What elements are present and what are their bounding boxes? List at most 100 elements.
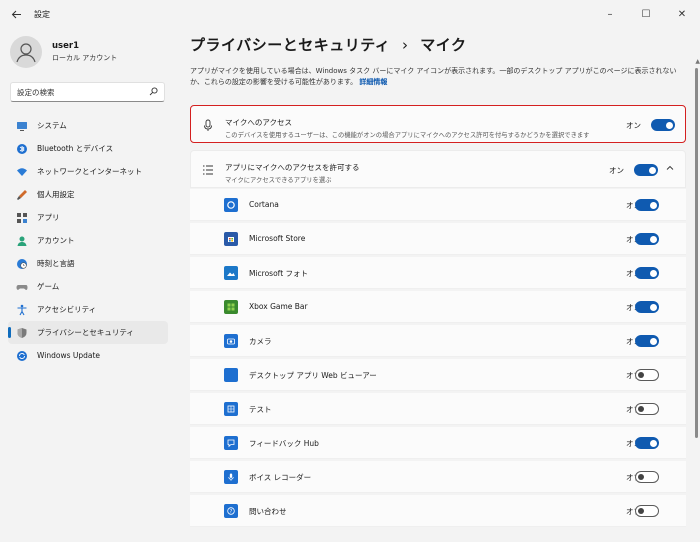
list-item: ボイス レコーダー オフ [190, 461, 686, 493]
sidebar-item-label: Bluetooth とデバイス [37, 144, 114, 153]
sidebar-item-label: Windows Update [37, 351, 101, 360]
app-name: カメラ [249, 337, 272, 346]
breadcrumb-parent[interactable]: プライバシーとセキュリティ [190, 36, 390, 54]
list-item: カメラ オン [190, 325, 686, 357]
sidebar-item-accessibility[interactable]: アクセシビリティ [8, 298, 168, 321]
app-toggle[interactable] [635, 505, 659, 517]
breadcrumb-separator: › [402, 36, 409, 54]
sidebar-item-label: プライバシーとセキュリティ [37, 328, 134, 337]
bluetooth-icon [16, 143, 28, 155]
shield-icon [16, 327, 28, 339]
sidebar-item-label: 時刻と言語 [37, 259, 75, 268]
sidebar: user1 ローカル アカウント 設定の検索 システム Bluetooth とデ… [0, 28, 180, 542]
sidebar-item-label: システム [37, 121, 67, 130]
person-icon [16, 43, 36, 63]
sidebar-item-label: ネットワークとインターネット [37, 167, 142, 176]
window-controls: – ☐ ✕ [592, 0, 700, 28]
mic-access-card: マイクへのアクセス このデバイスを使用するユーザーは、この機能がオンの場合アプリ… [190, 105, 686, 143]
person-icon [16, 235, 28, 247]
breadcrumb-current: マイク [420, 36, 467, 54]
gamepad-icon [16, 281, 28, 293]
sidebar-item-windows-update[interactable]: Windows Update [8, 344, 168, 367]
sidebar-item-bluetooth[interactable]: Bluetooth とデバイス [8, 137, 168, 160]
maximize-button[interactable]: ☐ [628, 0, 664, 28]
sidebar-item-accounts[interactable]: アカウント [8, 229, 168, 252]
app-toggle[interactable] [635, 233, 659, 245]
account-type: ローカル アカウント [52, 54, 118, 62]
app-name: Microsoft フォト [249, 269, 309, 278]
list-item: Microsoft Store オン [190, 223, 686, 255]
sidebar-item-label: ゲーム [37, 282, 60, 291]
app-toggle[interactable] [635, 335, 659, 347]
sidebar-item-label: アカウント [37, 236, 75, 245]
app-name: フィードバック Hub [249, 439, 319, 448]
list-item: Xbox Game Bar オン [190, 291, 686, 323]
sidebar-item-label: アプリ [37, 213, 60, 222]
chevron-up-icon[interactable] [666, 164, 674, 174]
sidebar-item-network[interactable]: ネットワークとインターネット [8, 160, 168, 183]
app-access-state: オン [609, 166, 624, 175]
test-app-icon [224, 402, 238, 416]
web-viewer-icon [224, 368, 238, 382]
search-placeholder: 設定の検索 [17, 87, 55, 97]
user-name: user1 [52, 41, 79, 51]
window-title: 設定 [34, 9, 50, 19]
sidebar-item-gaming[interactable]: ゲーム [8, 275, 168, 298]
mic-access-title: マイクへのアクセス [225, 118, 292, 127]
app-toggle[interactable] [635, 199, 659, 211]
search-input[interactable]: 設定の検索 [10, 82, 165, 102]
page-title: プライバシーとセキュリティ › マイク [190, 34, 466, 55]
app-toggle[interactable] [635, 471, 659, 483]
app-access-title: アプリにマイクへのアクセスを許可する [225, 163, 360, 172]
app-access-card[interactable]: アプリにマイクへのアクセスを許可する マイクにアクセスできるアプリを選ぶ オン [190, 150, 686, 188]
feedback-hub-icon [224, 436, 238, 450]
store-icon [224, 232, 238, 246]
app-toggle[interactable] [635, 301, 659, 313]
close-button[interactable]: ✕ [664, 0, 700, 28]
mic-access-toggle[interactable] [651, 119, 675, 131]
scroll-up-arrow-icon[interactable]: ▲ [695, 58, 700, 65]
sidebar-item-label: 個人用設定 [37, 190, 75, 199]
list-item: Microsoft フォト オン [190, 257, 686, 289]
app-name: 問い合わせ [249, 507, 287, 516]
back-arrow-icon[interactable] [8, 6, 24, 22]
camera-icon [224, 334, 238, 348]
list-item: フィードバック Hub オン [190, 427, 686, 459]
user-profile[interactable]: user1 ローカル アカウント [10, 36, 117, 68]
app-name: テスト [249, 405, 272, 414]
title-bar: 設定 – ☐ ✕ [0, 0, 700, 28]
sidebar-item-apps[interactable]: アプリ [8, 206, 168, 229]
get-help-icon: ? [224, 504, 238, 518]
app-access-toggle[interactable] [634, 164, 658, 176]
globe-clock-icon [16, 258, 28, 270]
app-toggle[interactable] [635, 267, 659, 279]
description-text: アプリがマイクを使用している場合は、Windows タスク バーにマイク アイコ… [190, 67, 677, 86]
sidebar-item-system[interactable]: システム [8, 114, 168, 137]
list-item: Cortana オン [190, 189, 686, 221]
microphone-icon [201, 118, 215, 132]
app-name: Xbox Game Bar [249, 302, 308, 311]
brush-icon [16, 189, 28, 201]
list-icon [201, 163, 215, 177]
app-toggle[interactable] [635, 369, 659, 381]
sidebar-item-personalization[interactable]: 個人用設定 [8, 183, 168, 206]
app-name: Microsoft Store [249, 234, 306, 243]
app-name: ボイス レコーダー [249, 473, 312, 482]
sidebar-item-privacy-security[interactable]: プライバシーとセキュリティ [8, 321, 168, 344]
voice-recorder-icon [224, 470, 238, 484]
update-icon [16, 350, 28, 362]
sidebar-nav: システム Bluetooth とデバイス ネットワークとインターネット 個人用設… [8, 114, 168, 367]
scrollbar[interactable] [695, 68, 698, 438]
minimize-button[interactable]: – [592, 0, 628, 28]
photos-icon [224, 266, 238, 280]
app-toggle[interactable] [635, 403, 659, 415]
mic-access-subtitle: このデバイスを使用するユーザーは、この機能がオンの場合アプリにマイクへのアクセス… [225, 132, 590, 139]
sidebar-item-time-language[interactable]: 時刻と言語 [8, 252, 168, 275]
wifi-icon [16, 166, 28, 178]
app-toggle[interactable] [635, 437, 659, 449]
search-icon[interactable] [149, 87, 158, 99]
app-name: Cortana [249, 200, 279, 209]
list-item: ? 問い合わせ オフ [190, 495, 686, 527]
learn-more-link[interactable]: 詳細情報 [359, 78, 387, 86]
avatar [10, 36, 42, 68]
